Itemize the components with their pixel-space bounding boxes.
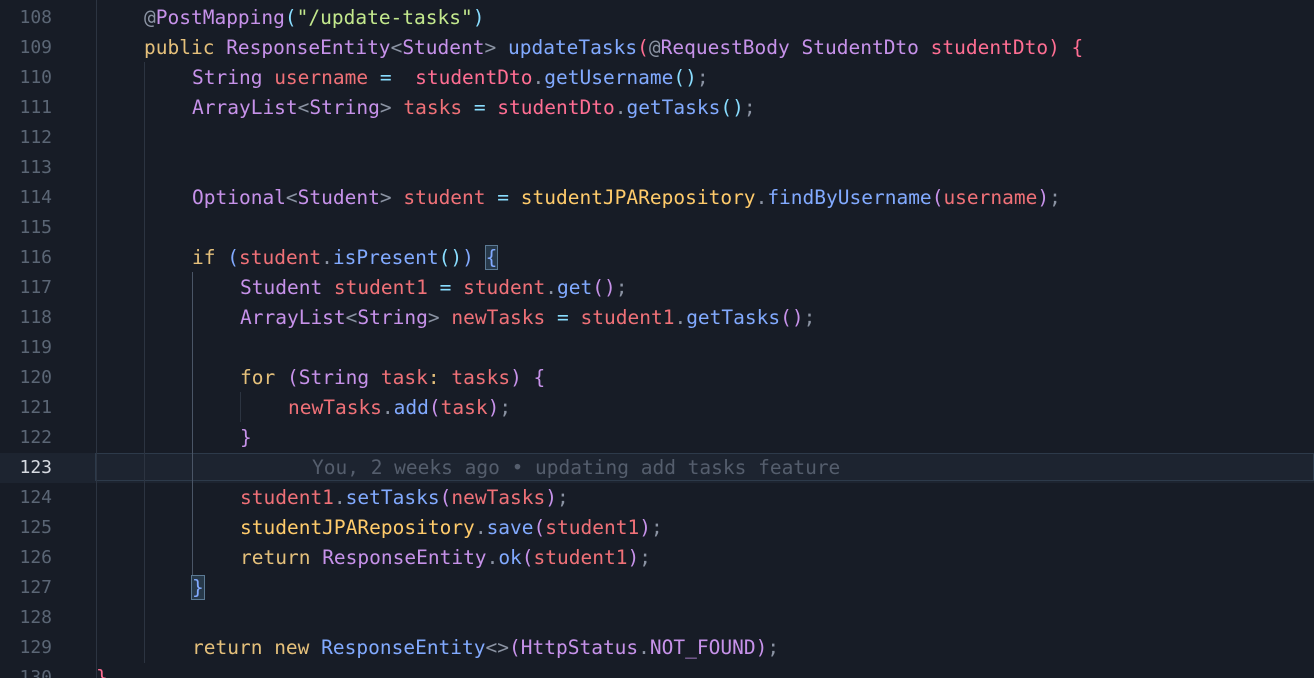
code-line-124[interactable]: student1.setTasks(newTasks); [240, 483, 569, 513]
line-number: 122 [19, 427, 52, 448]
code-line-125[interactable]: studentJPARepository.save(student1); [240, 513, 663, 543]
line-number: 124 [19, 487, 52, 508]
line-number: 120 [19, 367, 52, 388]
code-line-127[interactable]: } [191, 573, 205, 603]
code-line-120[interactable]: for (String task: tasks) { [240, 363, 545, 393]
line-number: 128 [19, 607, 52, 628]
line-number: 126 [19, 547, 52, 568]
line-number: 112 [19, 127, 52, 148]
code-line-129[interactable]: return new ResponseEntity<>(HttpStatus.N… [192, 633, 779, 663]
line-number-current: 123 [19, 457, 52, 478]
code-line-126[interactable]: return ResponseEntity.ok(student1); [240, 543, 651, 573]
code-editor[interactable]: 108 @PostMapping("/update-tasks") 109 pu… [0, 0, 1314, 678]
line-number: 116 [19, 247, 52, 268]
code-line-117[interactable]: Student student1 = student.get(); [240, 273, 627, 303]
code-line-118[interactable]: ArrayList<String> newTasks = student1.ge… [240, 303, 815, 333]
line-number: 108 [19, 7, 52, 28]
code-line-114[interactable]: Optional<Student> student = studentJPARe… [192, 183, 1061, 213]
code-line-130[interactable]: } [96, 663, 108, 678]
code-line-110[interactable]: String username = studentDto.getUsername… [192, 63, 709, 93]
code-line-116[interactable]: if (student.isPresent()) { [192, 243, 499, 273]
code-line-108[interactable]: @PostMapping("/update-tasks") [144, 3, 485, 33]
line-number: 109 [19, 37, 52, 58]
line-number: 119 [19, 337, 52, 358]
code-line-121[interactable]: newTasks.add(task); [288, 393, 511, 423]
code-line-111[interactable]: ArrayList<String> tasks = studentDto.get… [192, 93, 756, 123]
indent-guide-active [192, 272, 193, 582]
line-number: 110 [19, 67, 52, 88]
line-number: 121 [19, 397, 52, 418]
line-number: 127 [19, 577, 52, 598]
indent-guide [96, 0, 97, 678]
git-blame-annotation: You, 2 weeks ago • updating add tasks fe… [312, 453, 840, 483]
indent-guide [144, 62, 145, 663]
indent-guide [240, 392, 241, 422]
line-number: 115 [19, 217, 52, 238]
blame-text: You, 2 weeks ago • updating add tasks fe… [312, 456, 841, 479]
line-number: 117 [19, 277, 52, 298]
code-line-122[interactable]: } [240, 423, 252, 453]
code-line-109[interactable]: public ResponseEntity<Student> updateTas… [144, 33, 1083, 63]
line-number: 111 [19, 97, 52, 118]
line-number: 125 [19, 517, 52, 538]
line-number: 129 [19, 637, 52, 658]
line-number: 113 [19, 157, 52, 178]
line-number: 114 [19, 187, 52, 208]
line-number: 130 [19, 667, 52, 678]
line-number: 118 [19, 307, 52, 328]
